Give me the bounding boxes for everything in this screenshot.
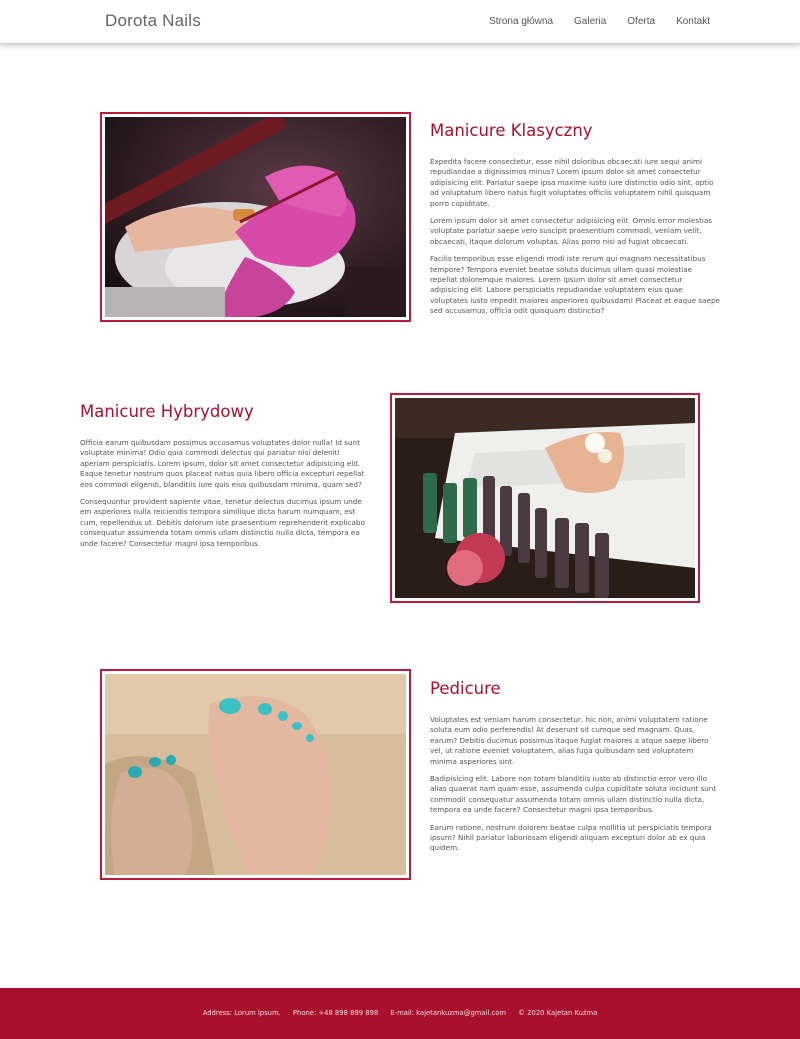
- hybrid-manicure-paragraph: Consequuntur provident sapiente vitae, t…: [80, 497, 365, 548]
- brand-logo[interactable]: Dorota Nails: [105, 11, 201, 31]
- hybrid-manicure-image-frame: [390, 393, 700, 603]
- classic-manicure-paragraph: Facilis temporibus esse eligendi modi is…: [430, 254, 720, 316]
- footer: Address: Lorum ipsum. Phone: +48 898 899…: [0, 988, 800, 1039]
- classic-manicure-title: Manicure Klasyczny: [430, 121, 593, 140]
- pedicure-text: Pedicure Voluptates est veniam harum con…: [430, 679, 720, 861]
- pedicure-paragraph: Badipisicing elit. Labore non totam blan…: [430, 774, 717, 815]
- pedicure-paragraph: Earum ratione, nostrum dolorem beatae cu…: [430, 822, 712, 853]
- pedicure-paragraph: Voluptates est veniam harum consectetur,…: [430, 715, 709, 766]
- footer-phone: Phone: +48 898 899 898: [292, 1009, 379, 1017]
- pedicure-illustration: [105, 674, 406, 875]
- classic-manicure-text: Manicure Klasyczny Expedita facere conse…: [430, 121, 720, 324]
- nav-menu: Strona główna Galeria Oferta Kontakt: [489, 16, 710, 27]
- nav-link-gallery[interactable]: Galeria: [574, 16, 606, 27]
- footer-address: Address: Lorum ipsum.: [202, 1009, 281, 1017]
- pedicure-title: Pedicure: [430, 679, 501, 698]
- pedicure-image-frame: [100, 669, 411, 880]
- footer-info: Address: Lorum ipsum. Phone: +48 898 899…: [0, 1009, 800, 1017]
- hybrid-manicure-paragraph: Officia earum quibusdam possimus accusam…: [80, 438, 365, 489]
- classic-manicure-photo: [105, 117, 406, 317]
- classic-manicure-image-frame: [100, 112, 411, 322]
- nav-link-offer[interactable]: Oferta: [627, 16, 655, 27]
- hybrid-manicure-title: Manicure Hybrydowy: [80, 402, 254, 421]
- hybrid-manicure-photo: [395, 398, 695, 598]
- navbar: Dorota Nails Strona główna Galeria Ofert…: [0, 0, 800, 43]
- nav-link-contact[interactable]: Kontakt: [676, 16, 710, 27]
- classic-manicure-paragraph: Expedita facere consectetur, esse nihil …: [430, 157, 714, 208]
- hybrid-manicure-illustration: [395, 398, 695, 598]
- footer-email[interactable]: E-mail: kajetankuzma@gmail.com: [390, 1009, 506, 1017]
- classic-manicure-illustration: [105, 117, 406, 317]
- nav-link-home[interactable]: Strona główna: [489, 16, 553, 27]
- classic-manicure-paragraph: Lorem ipsum dolor sit amet consectetur a…: [430, 216, 713, 246]
- pedicure-photo: [105, 674, 406, 875]
- hybrid-manicure-text: Manicure Hybrydowy Officia earum quibusd…: [80, 402, 370, 556]
- footer-copyright: © 2020 Kajetan Kuźma: [518, 1009, 598, 1017]
